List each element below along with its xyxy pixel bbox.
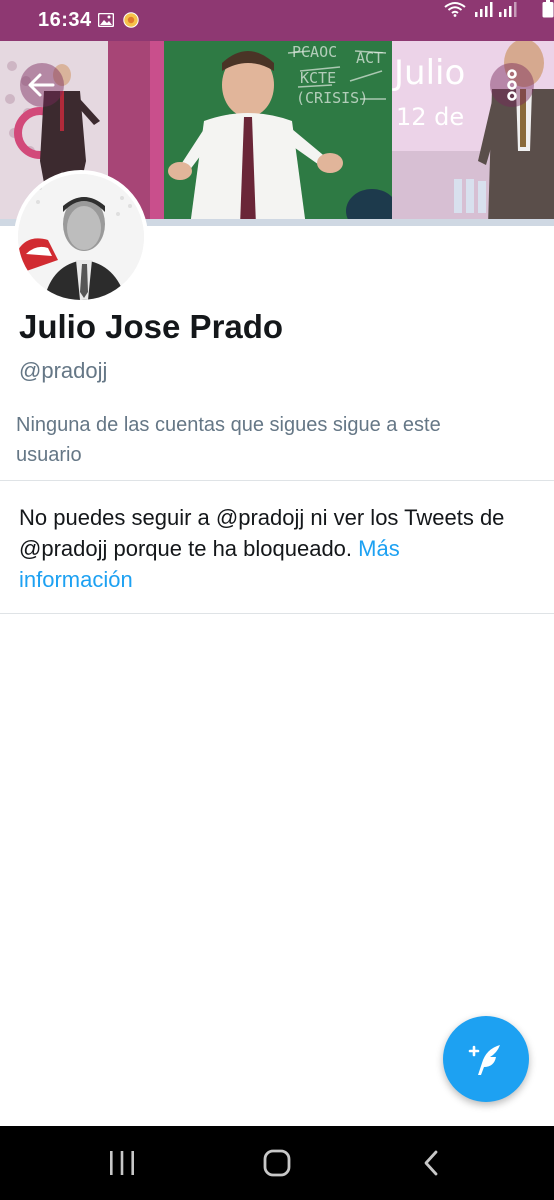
banner-photo-center: PCAOC KCTE (CRISIS) ACT [150, 41, 392, 226]
blocked-message: No puedes seguir a @pradojj ni ver los T… [19, 502, 519, 595]
app-notification-icon [123, 12, 139, 28]
back-icon[interactable] [420, 1148, 442, 1178]
status-bar: 16:34 [0, 0, 554, 41]
followers-you-know-note: Ninguna de las cuentas que sigues sigue … [16, 414, 441, 466]
more-vertical-icon [507, 69, 517, 101]
signal-icon [475, 2, 493, 17]
recent-apps-icon[interactable] [106, 1148, 138, 1178]
battery-icon [542, 0, 554, 18]
arrow-left-icon [28, 73, 55, 97]
profile-handle: @pradojj [19, 358, 108, 383]
home-icon[interactable] [262, 1148, 292, 1178]
chalk-text: ACT [356, 49, 384, 67]
banner-caption: 12 de [396, 103, 465, 131]
banner-caption: Julio [394, 53, 466, 93]
chalk-text: KCTE [300, 69, 337, 87]
avatar [18, 174, 144, 300]
blocked-message-text: No puedes seguir a @pradojj ni ver los T… [19, 505, 505, 561]
profile-avatar-frame[interactable] [14, 170, 148, 304]
more-options-button[interactable] [490, 63, 534, 107]
wifi-icon [444, 2, 466, 17]
back-button[interactable] [20, 63, 64, 107]
divider [0, 480, 554, 481]
divider [0, 613, 554, 614]
signal-icon [499, 2, 517, 17]
status-time: 16:34 [38, 9, 92, 31]
compose-tweet-icon [468, 1045, 500, 1075]
compose-tweet-button[interactable] [443, 1016, 529, 1102]
chalk-text: PCAOC [292, 43, 338, 61]
profile-name: Julio Jose Prado [19, 308, 284, 345]
gallery-icon [98, 13, 114, 27]
system-nav-bar [0, 1126, 554, 1200]
chalk-text: (CRISIS) [296, 89, 369, 107]
